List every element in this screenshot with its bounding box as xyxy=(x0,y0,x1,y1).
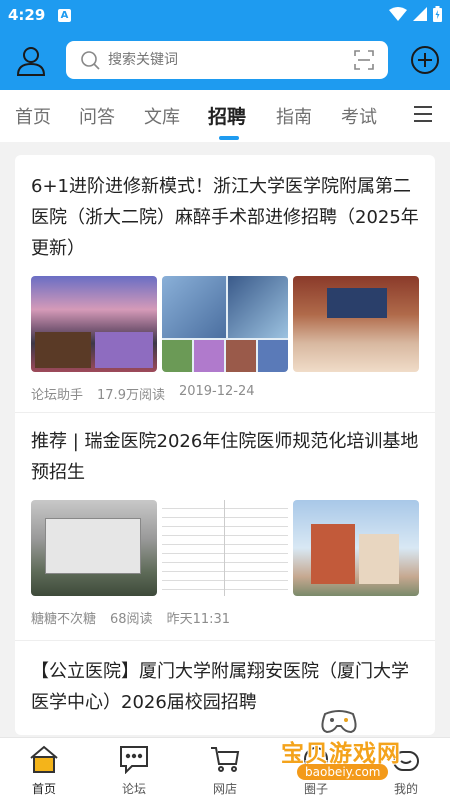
plus-circle-icon xyxy=(411,46,439,74)
search-input[interactable] xyxy=(108,41,328,79)
article-author: 论坛助手 xyxy=(31,388,84,403)
wifi-icon xyxy=(389,7,407,21)
home-icon xyxy=(30,745,58,773)
article-thumbnails xyxy=(31,276,419,372)
article-thumbnails xyxy=(31,500,419,596)
article-title[interactable]: 推荐 | 瑞金医院2026年住院医师规范化培训基地预招生 xyxy=(31,426,419,488)
notification-icon: A xyxy=(58,9,71,22)
nav-home[interactable]: 首页 xyxy=(14,744,74,797)
tab-library[interactable]: 文库 xyxy=(144,103,180,129)
article-meta: 糖糖不次糖 68阅读 昨天11:31 xyxy=(31,608,419,627)
signal-icon xyxy=(413,7,427,21)
article-date: 2019-12-24 xyxy=(178,384,255,399)
article-title[interactable]: 6+1进阶进修新模式！浙江大学医学院附属第二医院（浙大二院）麻醉手术部进修招聘（… xyxy=(31,171,419,264)
tab-qa[interactable]: 问答 xyxy=(79,103,115,129)
watermark: 宝贝游戏网 baobeiy.com xyxy=(275,706,425,794)
article-image[interactable] xyxy=(293,276,419,372)
status-bar: 4:29 A xyxy=(0,0,450,32)
forum-icon xyxy=(120,746,148,775)
article-image[interactable] xyxy=(162,276,288,372)
add-button[interactable] xyxy=(410,45,440,75)
active-tab-indicator xyxy=(219,136,239,140)
article-feed: 6+1进阶进修新模式！浙江大学医学院附属第二医院（浙大二院）麻醉手术部进修招聘（… xyxy=(15,155,435,735)
nav-label: 网店 xyxy=(212,782,237,796)
article-author: 糖糖不次糖 xyxy=(31,612,97,627)
nav-forum[interactable]: 论坛 xyxy=(104,744,164,797)
menu-button[interactable] xyxy=(414,106,434,124)
status-time: 4:29 xyxy=(8,6,46,24)
nav-label: 首页 xyxy=(31,782,56,796)
cart-icon xyxy=(211,747,240,772)
status-icons xyxy=(389,6,442,22)
tab-recruitment[interactable]: 招聘 xyxy=(208,102,246,129)
article-image[interactable] xyxy=(293,500,419,596)
search-icon xyxy=(81,51,100,70)
article-image[interactable] xyxy=(31,276,157,372)
tab-exam[interactable]: 考试 xyxy=(341,103,377,129)
top-header xyxy=(0,32,450,90)
tab-home[interactable]: 首页 xyxy=(15,103,51,129)
category-tabs: 首页 问答 文库 招聘 指南 考试 xyxy=(0,90,450,142)
article-item[interactable]: 推荐 | 瑞金医院2026年住院医师规范化培训基地预招生 糖糖不次糖 68阅读 … xyxy=(15,413,435,641)
search-bar[interactable] xyxy=(66,41,388,79)
article-item[interactable]: 6+1进阶进修新模式！浙江大学医学院附属第二医院（浙大二院）麻醉手术部进修招聘（… xyxy=(15,155,435,413)
gamepad-icon xyxy=(321,710,357,734)
article-meta: 论坛助手 17.9万阅读 2019-12-24 xyxy=(31,384,419,403)
battery-icon xyxy=(433,6,442,22)
scan-icon[interactable] xyxy=(354,50,374,70)
user-icon xyxy=(16,47,46,76)
article-image[interactable] xyxy=(162,500,288,596)
watermark-text: 宝贝游戏网 xyxy=(281,741,401,767)
nav-shop[interactable]: 网店 xyxy=(195,744,255,797)
tab-guide[interactable]: 指南 xyxy=(276,103,312,129)
article-date: 昨天11:31 xyxy=(166,612,231,627)
article-reads: 68阅读 xyxy=(110,612,153,627)
article-reads: 17.9万阅读 xyxy=(97,388,165,403)
watermark-url: baobeiy.com xyxy=(297,764,389,780)
article-image[interactable] xyxy=(31,500,157,596)
nav-label: 论坛 xyxy=(121,782,146,796)
user-avatar-button[interactable] xyxy=(14,44,48,78)
